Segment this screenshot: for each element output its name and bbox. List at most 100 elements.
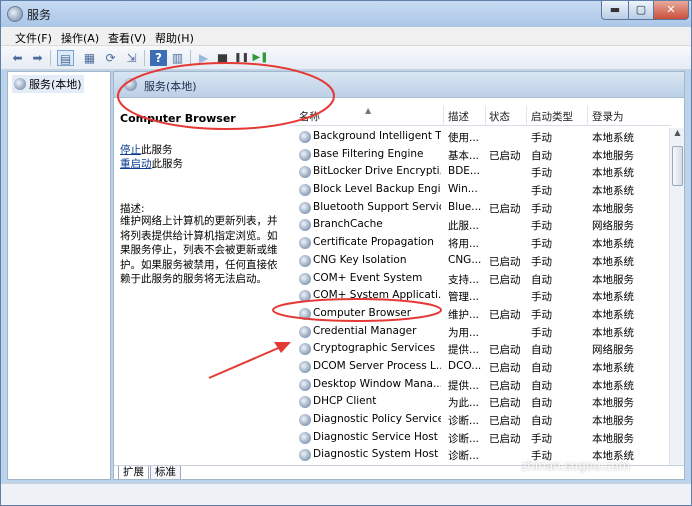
menu-file[interactable]: 文件(F) [15,30,52,46]
table-row[interactable]: Block Level Backup Engi... Win... 手动 本地系统 [291,181,671,199]
refresh-icon[interactable]: ⟳ [102,50,119,66]
table-row[interactable]: Certificate Propagation 将用... 手动 本地系统 [291,234,671,252]
table-row[interactable]: Desktop Window Mana... 提供... 已启动 自动 本地系统 [291,376,671,394]
service-log-on-as: 本地系统 [592,291,634,304]
table-row[interactable]: Diagnostic Policy Service 诊断... 已启动 自动 本地服务 [291,411,671,429]
menu-action[interactable]: 操作(A) [61,30,99,46]
table-row[interactable]: Background Intelligent T... 使用... 手动 本地系统 [291,128,671,146]
service-log-on-as: 本地系统 [592,326,634,339]
column-header-log-on-as[interactable]: 登录为 [592,109,624,124]
service-description: Win... [448,183,478,196]
service-startup-type: 自动 [531,344,552,357]
tree-item-services-local[interactable]: 服务(本地) [12,75,84,93]
service-status: 已启动 [489,344,521,357]
table-row[interactable]: CNG Key Isolation CNG... 已启动 手动 本地系统 [291,252,671,270]
service-startup-type: 自动 [531,273,552,286]
column-header-name[interactable]: 名称 [299,109,320,124]
service-description: 维护... [448,308,480,321]
toolbar: ⬅ ➡ ▤ ▦ ⟳ ⇲ ? ▥ ▶ ■ ❚❚ ▶❚ [1,46,691,70]
action-pane-icon[interactable]: ▥ [169,50,186,66]
column-divider[interactable] [526,106,527,126]
column-divider[interactable] [587,106,588,126]
service-name: Computer Browser [313,306,412,319]
table-row[interactable]: Computer Browser 维护... 已启动 手动 本地系统 [291,305,671,323]
stop-service-link[interactable]: 停止 [120,144,141,156]
pause-service-icon[interactable]: ❚❚ [233,50,250,66]
sort-ascending-icon: ▲ [365,106,372,115]
service-startup-type: 手动 [531,291,552,304]
table-row[interactable]: Base Filtering Engine 基本... 已启动 自动 本地服务 [291,146,671,164]
description-text: 维护网络上计算机的更新列表，并将列表提供给计算机指定浏览。如果服务停止，列表不会… [120,215,278,285]
restart-service-icon[interactable]: ▶❚ [252,50,269,66]
table-row[interactable]: Bluetooth Support Service Blue... 已启动 手动 本地服… [291,199,671,217]
service-description: BDE... [448,165,480,178]
table-row[interactable]: DHCP Client 为此... 已启动 自动 本地服务 [291,393,671,411]
restart-service-link[interactable]: 重启动 [120,158,152,170]
service-log-on-as: 本地系统 [592,379,634,392]
stop-service-icon[interactable]: ■ [214,50,231,66]
menu-help[interactable]: 帮助(H) [155,30,194,46]
menu-view[interactable]: 查看(V) [108,30,146,46]
table-row[interactable]: Credential Manager 为用... 手动 本地系统 [291,323,671,341]
toolbar-separator [50,50,51,66]
column-header-status[interactable]: 状态 [489,109,510,124]
tab-extended[interactable]: 扩展 [118,466,149,479]
services-pane: 服务(本地) Computer Browser 停止此服务 重启动此服务 描述:… [113,71,685,480]
table-row[interactable]: DCOM Server Process L... DCO... 已启动 自动 本地系统 [291,358,671,376]
column-divider[interactable] [443,106,444,126]
maximize-button[interactable]: ▢ [628,1,654,20]
column-header-startup-type[interactable]: 启动类型 [531,109,573,124]
close-button[interactable]: ✕ [653,1,689,20]
show-hide-tree-icon[interactable]: ▤ [57,50,74,66]
column-divider[interactable] [485,106,486,126]
service-name: Background Intelligent T... [313,130,441,142]
service-startup-type: 自动 [531,415,552,427]
service-gear-icon [299,414,311,426]
minimize-button[interactable]: ▬ [601,1,629,20]
table-row[interactable]: Cryptographic Services 提供... 已启动 自动 网络服务 [291,340,671,358]
table-row[interactable]: COM+ System Applicati... 管理... 手动 本地系统 [291,287,671,305]
vertical-scrollbar[interactable]: ▲ [669,128,684,465]
title-bar[interactable]: 服务 ▬ ▢ ✕ [1,1,691,27]
column-header-description[interactable]: 描述 [448,109,469,124]
service-description: 诊断... [448,432,480,445]
table-row[interactable]: BranchCache 此服... 手动 网络服务 [291,216,671,234]
service-status: 已启动 [489,273,521,286]
back-arrow-icon[interactable]: ⬅ [9,50,26,66]
service-log-on-as: 本地系统 [592,167,634,180]
service-name: Base Filtering Engine [313,147,424,160]
services-gear-icon [124,78,137,91]
tab-standard[interactable]: 标准 [150,466,181,479]
start-service-icon[interactable]: ▶ [195,50,212,66]
service-gear-icon [299,131,311,143]
service-gear-icon [299,343,311,356]
service-status: 已启动 [489,397,521,410]
service-log-on-as: 本地服务 [592,397,634,410]
table-row[interactable]: Diagnostic Service Host 诊断... 已启动 手动 本地服务 [291,429,671,447]
selected-service-name: Computer Browser [120,112,236,125]
service-log-on-as: 本地系统 [592,255,634,268]
export-list-icon[interactable]: ⇲ [123,50,140,66]
service-log-on-as: 本地服务 [592,415,634,427]
service-gear-icon [299,360,311,373]
scrollbar-thumb[interactable] [672,146,683,186]
tree-item-label: 服务(本地) [29,78,82,91]
service-startup-type: 手动 [531,202,552,215]
service-log-on-as: 网络服务 [592,220,634,233]
service-status: 已启动 [489,308,521,321]
window-title: 服务 [27,8,52,22]
service-log-on-as: 本地服务 [592,273,634,286]
service-name: BranchCache [313,218,383,231]
table-row[interactable]: COM+ Event System 支持... 已启动 自动 本地服务 [291,270,671,288]
service-startup-type: 手动 [531,432,552,445]
service-description: 支持... [448,273,480,286]
properties-icon[interactable]: ▦ [81,50,98,66]
forward-arrow-icon[interactable]: ➡ [29,50,46,66]
service-gear-icon [299,254,311,267]
table-row[interactable]: BitLocker Drive Encrypti... BDE... 手动 本地系统 [291,163,671,181]
help-icon[interactable]: ? [150,50,167,66]
service-startup-type: 手动 [531,167,552,180]
service-gear-icon [299,184,311,197]
watermark: zhinan.sogou.com [521,459,631,473]
scroll-up-arrow-icon[interactable]: ▲ [670,128,684,142]
